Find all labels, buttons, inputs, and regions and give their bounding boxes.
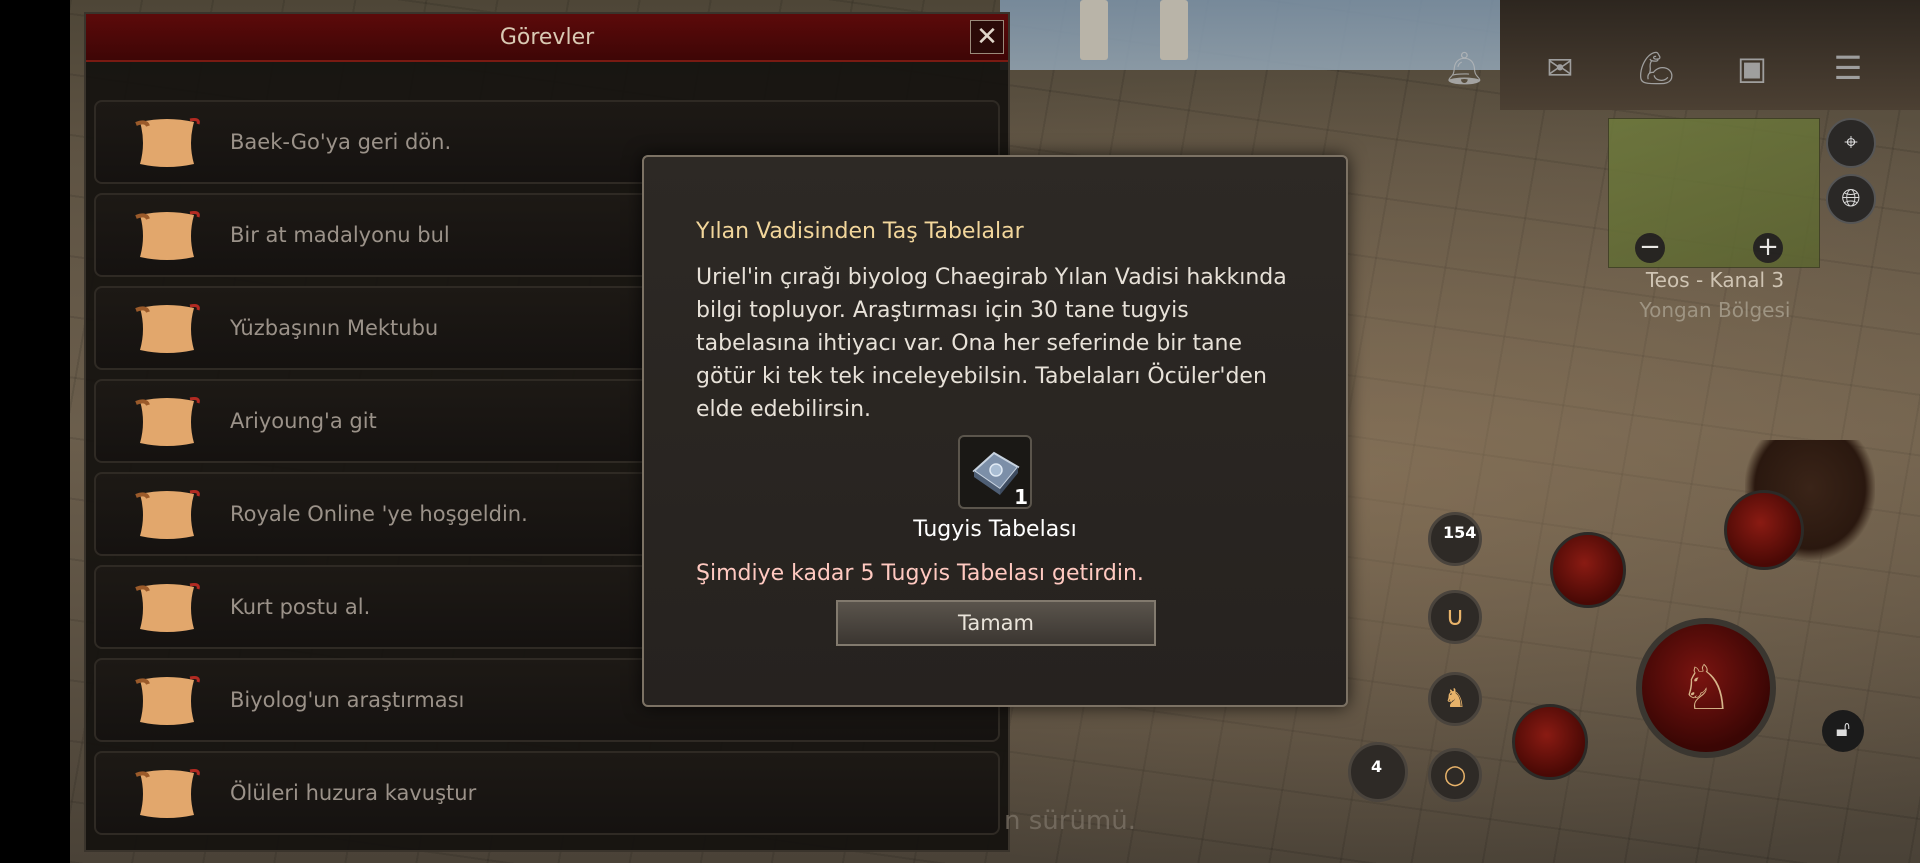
- reward-name: Tugyis Tabelası: [913, 517, 1077, 542]
- map-pin-icon[interactable]: ⌖: [1826, 118, 1876, 168]
- scroll-icon: [135, 490, 200, 539]
- skill-button[interactable]: [1724, 490, 1804, 570]
- quest-label: Ölüleri huzura kavuştur: [230, 781, 477, 805]
- skill-slot[interactable]: 154: [1428, 512, 1482, 566]
- quest-item[interactable]: Ölüleri huzura kavuştur: [94, 751, 1000, 835]
- quest-label: Ariyoung'a git: [230, 409, 377, 433]
- mount-icon[interactable]: ♞: [1428, 672, 1482, 726]
- background-notice: n sürümü.: [1004, 806, 1137, 836]
- menu-icon[interactable]: ☰: [1828, 48, 1868, 88]
- quest-label: Biyolog'un araştırması: [230, 688, 465, 712]
- globe-icon[interactable]: 🌐︎: [1826, 174, 1876, 224]
- quest-label: Kurt postu al.: [230, 595, 371, 619]
- quest-label: Royale Online 'ye hoşgeldin.: [230, 502, 528, 526]
- dialog-description: Uriel'in çırağı biyolog Chaegirab Yılan …: [696, 265, 1287, 422]
- quest-title-bar: Görevler ✕: [86, 14, 1008, 62]
- scroll-icon: [135, 397, 200, 446]
- ring-button[interactable]: ○: [1428, 748, 1482, 802]
- minimap[interactable]: − +: [1608, 118, 1820, 268]
- bell-icon[interactable]: 🔔︎: [1444, 48, 1485, 88]
- skill-button[interactable]: [1550, 532, 1626, 608]
- skill-button[interactable]: [1512, 704, 1588, 780]
- pillar: [1160, 0, 1188, 60]
- region-label: Yongan Bölgesi: [1639, 298, 1791, 322]
- reward-count: 1: [1014, 485, 1028, 509]
- scroll-icon: [135, 676, 200, 725]
- zoom-out-button[interactable]: −: [1635, 233, 1665, 263]
- attack-button[interactable]: ♘: [1636, 618, 1776, 758]
- quest-label: Baek-Go'ya geri dön.: [230, 130, 452, 154]
- quest-panel-title: Görevler: [499, 24, 595, 50]
- scroll-icon: [135, 583, 200, 632]
- lock-icon[interactable]: 🔓︎: [1822, 710, 1864, 752]
- scroll-icon: [135, 211, 200, 260]
- mail-icon[interactable]: ✉: [1540, 48, 1580, 88]
- pillar: [1080, 0, 1108, 60]
- dialog-title: Yılan Vadisinden Taş Tabelalar: [696, 219, 1024, 244]
- potion-slot[interactable]: 4: [1348, 742, 1408, 802]
- progress-text: Şimdiye kadar 5 Tugyis Tabelası getirdin…: [696, 561, 1144, 586]
- skill-count: 154: [1443, 523, 1477, 542]
- scroll-icon: [135, 304, 200, 353]
- ok-button[interactable]: Tamam: [836, 600, 1156, 646]
- quest-dialog: Yılan Vadisinden Taş Tabelalar Uriel'in …: [642, 155, 1348, 707]
- reward-item-slot[interactable]: 1: [958, 435, 1032, 509]
- horseshoe-icon[interactable]: ∪: [1428, 590, 1482, 644]
- scroll-icon: [135, 769, 200, 818]
- potion-count: 4: [1371, 757, 1383, 776]
- scroll-icon: [135, 118, 200, 167]
- quest-label: Bir at madalyonu bul: [230, 223, 450, 247]
- strength-icon[interactable]: 💪︎: [1636, 48, 1677, 88]
- quest-label: Yüzbaşının Mektubu: [230, 316, 439, 340]
- close-button[interactable]: ✕: [970, 20, 1004, 54]
- screen-edge: [0, 0, 70, 863]
- bag-icon[interactable]: ▣: [1732, 48, 1772, 88]
- zoom-in-button[interactable]: +: [1753, 233, 1783, 263]
- channel-label: Teos - Kanal 3: [1645, 268, 1785, 292]
